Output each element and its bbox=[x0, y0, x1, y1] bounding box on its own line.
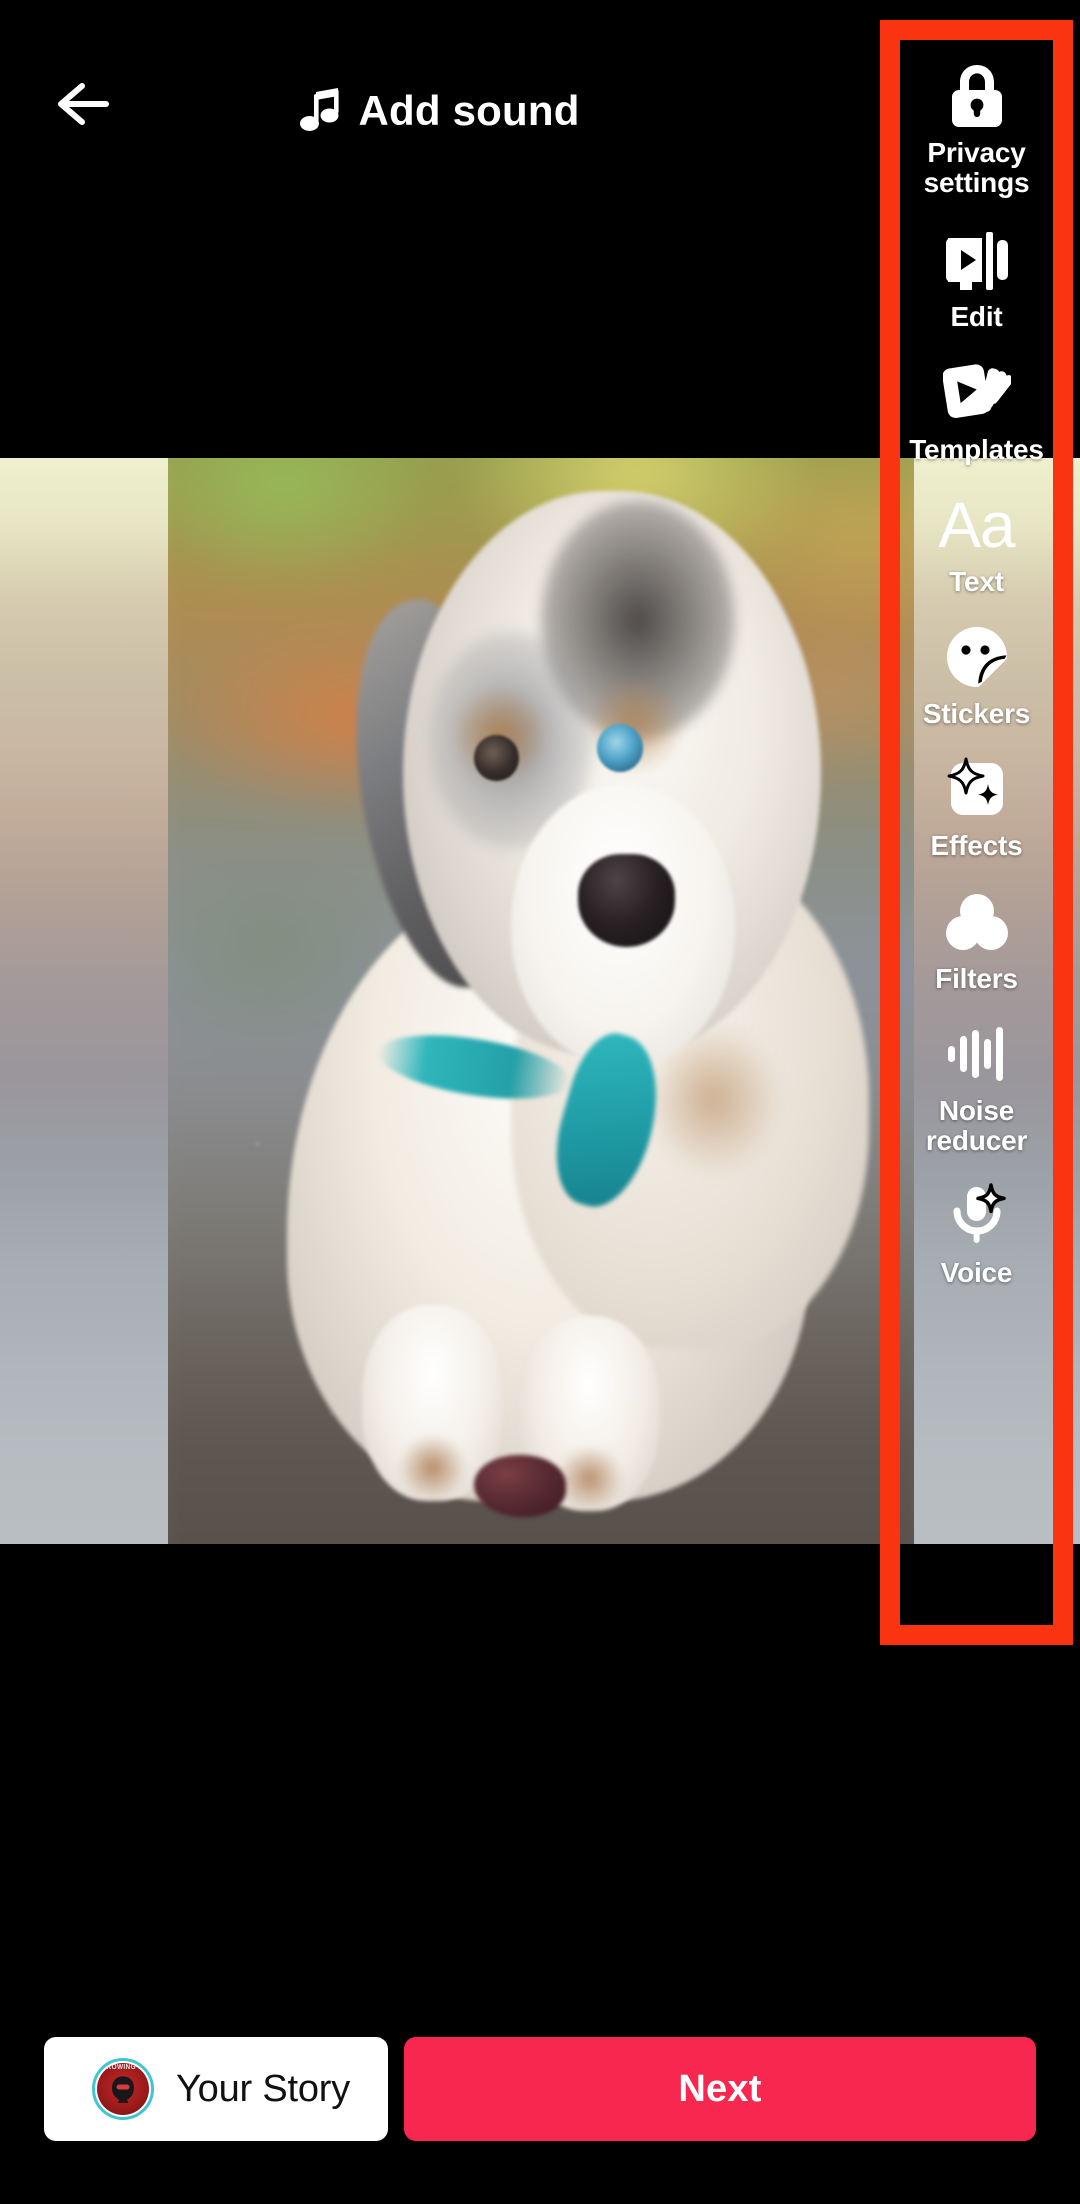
add-sound-label: Add sound bbox=[358, 87, 580, 134]
avatar: THROWING NINJA bbox=[92, 2058, 154, 2120]
rail-item-effects[interactable]: Effects bbox=[900, 749, 1053, 861]
rail-label-stickers: Stickers bbox=[922, 698, 1031, 730]
three-circles-icon bbox=[939, 884, 1015, 960]
rail-label-text: Text bbox=[949, 565, 1004, 597]
lock-icon bbox=[939, 58, 1015, 134]
avatar-mask-eye bbox=[116, 2084, 130, 2090]
next-label: Next bbox=[678, 2067, 762, 2110]
rail-label-effects: Effects bbox=[930, 830, 1023, 862]
your-story-button[interactable]: THROWING NINJA Your Story bbox=[44, 2037, 388, 2141]
pebble bbox=[473, 1454, 566, 1517]
avatar-arc-text: THROWING NINJA bbox=[97, 2064, 154, 2071]
rail-label-privacy-settings: Privacy settings bbox=[923, 137, 1030, 199]
puppy-paw-tan-right bbox=[555, 1446, 624, 1512]
app-screen: Add sound Privacy settings Edit Template… bbox=[0, 0, 1080, 2204]
add-sound-button[interactable]: Add sound bbox=[0, 88, 880, 134]
your-story-label: Your Story bbox=[176, 2067, 351, 2110]
music-note-icon bbox=[300, 88, 342, 134]
rail-label-noise-reducer: Noise reducer bbox=[925, 1094, 1028, 1157]
rail-item-privacy-settings[interactable]: Privacy settings bbox=[900, 56, 1053, 198]
sticker-smiley-icon bbox=[939, 619, 1015, 695]
back-arrow-icon bbox=[52, 80, 114, 128]
rail-label-filters: Filters bbox=[935, 962, 1018, 994]
rail-item-voice[interactable]: Voice bbox=[900, 1176, 1053, 1288]
waveform-icon bbox=[939, 1016, 1015, 1092]
rail-item-stickers[interactable]: Stickers bbox=[900, 617, 1053, 729]
bottom-action-bar: THROWING NINJA Your Story Next bbox=[0, 1974, 1080, 2204]
aa-glyph: Aa bbox=[938, 488, 1015, 561]
rail-item-templates[interactable]: Templates bbox=[900, 353, 1053, 465]
microphone-sparkle-icon bbox=[939, 1178, 1015, 1254]
back-button[interactable] bbox=[50, 80, 116, 128]
rail-label-voice: Voice bbox=[940, 1257, 1013, 1289]
rail-item-noise-reducer[interactable]: Noise reducer bbox=[900, 1014, 1053, 1156]
template-cards-icon bbox=[939, 355, 1015, 431]
puppy-nose bbox=[578, 854, 676, 947]
rail-item-edit[interactable]: Edit bbox=[900, 220, 1053, 332]
puppy-paw-tan-left bbox=[399, 1435, 467, 1501]
rail-item-filters[interactable]: Filters bbox=[900, 882, 1053, 994]
sparkles-icon bbox=[939, 751, 1015, 827]
puppy-photo bbox=[168, 458, 914, 1544]
puppy-brown-eye bbox=[473, 734, 519, 781]
next-button[interactable]: Next bbox=[404, 2037, 1036, 2141]
tool-rail: Privacy settings Edit Templates Aa Text … bbox=[900, 40, 1053, 1625]
aa-text-icon: Aa bbox=[938, 487, 1015, 563]
rail-label-edit: Edit bbox=[950, 301, 1003, 333]
rail-label-templates: Templates bbox=[909, 433, 1044, 465]
top-header: Add sound bbox=[0, 0, 880, 190]
rail-item-text[interactable]: Aa Text bbox=[900, 485, 1053, 597]
video-edit-icon bbox=[939, 222, 1015, 298]
puppy-blue-eye bbox=[596, 724, 644, 772]
